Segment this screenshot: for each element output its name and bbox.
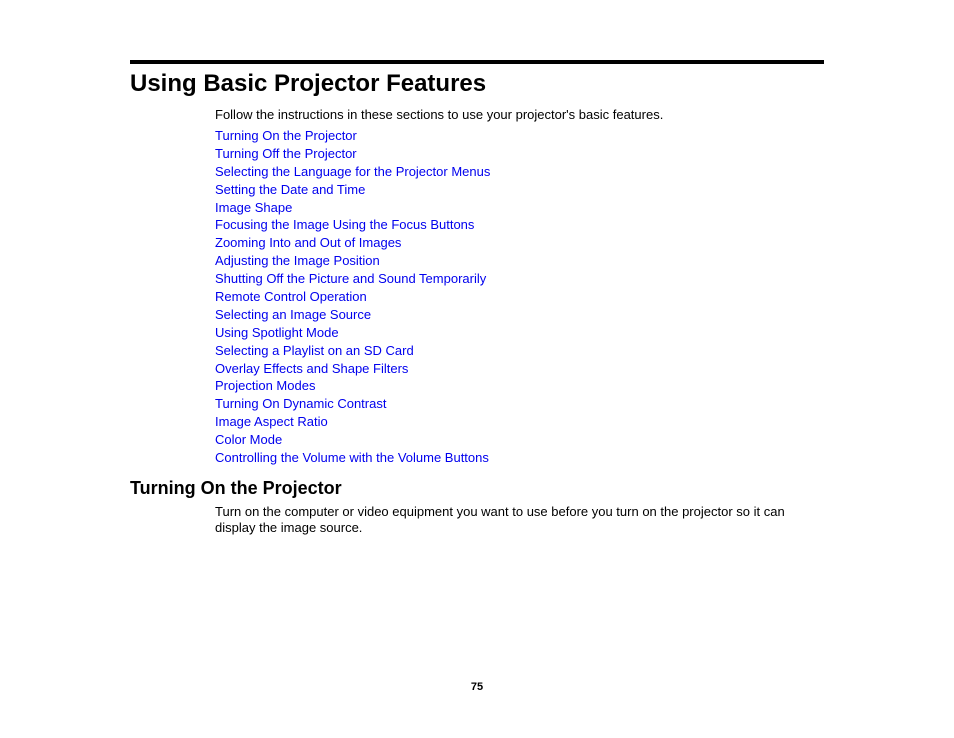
section-links: Turning On the Projector Turning Off the… [215, 127, 490, 467]
link-remote-control[interactable]: Remote Control Operation [215, 289, 367, 304]
link-zooming[interactable]: Zooming Into and Out of Images [215, 235, 401, 250]
intro-text: Follow the instructions in these section… [215, 107, 664, 122]
link-image-position[interactable]: Adjusting the Image Position [215, 253, 380, 268]
link-projection-modes[interactable]: Projection Modes [215, 378, 315, 393]
link-overlay[interactable]: Overlay Effects and Shape Filters [215, 361, 408, 376]
link-aspect-ratio[interactable]: Image Aspect Ratio [215, 414, 328, 429]
link-spotlight[interactable]: Using Spotlight Mode [215, 325, 339, 340]
page-number: 75 [470, 681, 484, 693]
link-focusing[interactable]: Focusing the Image Using the Focus Butto… [215, 217, 474, 232]
section-heading: Turning On the Projector [130, 478, 342, 498]
link-image-shape[interactable]: Image Shape [215, 200, 292, 215]
link-turning-off[interactable]: Turning Off the Projector [215, 146, 357, 161]
link-turning-on[interactable]: Turning On the Projector [215, 128, 357, 143]
link-shutting-off[interactable]: Shutting Off the Picture and Sound Tempo… [215, 271, 486, 286]
link-dynamic-contrast[interactable]: Turning On Dynamic Contrast [215, 396, 386, 411]
section-body: Turn on the computer or video equipment … [215, 504, 785, 535]
heading-rule [130, 60, 824, 64]
link-color-mode[interactable]: Color Mode [215, 432, 282, 447]
link-date-time[interactable]: Setting the Date and Time [215, 182, 365, 197]
link-language[interactable]: Selecting the Language for the Projector… [215, 164, 490, 179]
link-playlist[interactable]: Selecting a Playlist on an SD Card [215, 343, 414, 358]
link-image-source[interactable]: Selecting an Image Source [215, 307, 371, 322]
link-volume[interactable]: Controlling the Volume with the Volume B… [215, 450, 489, 465]
page-title: Using Basic Projector Features [130, 70, 487, 97]
